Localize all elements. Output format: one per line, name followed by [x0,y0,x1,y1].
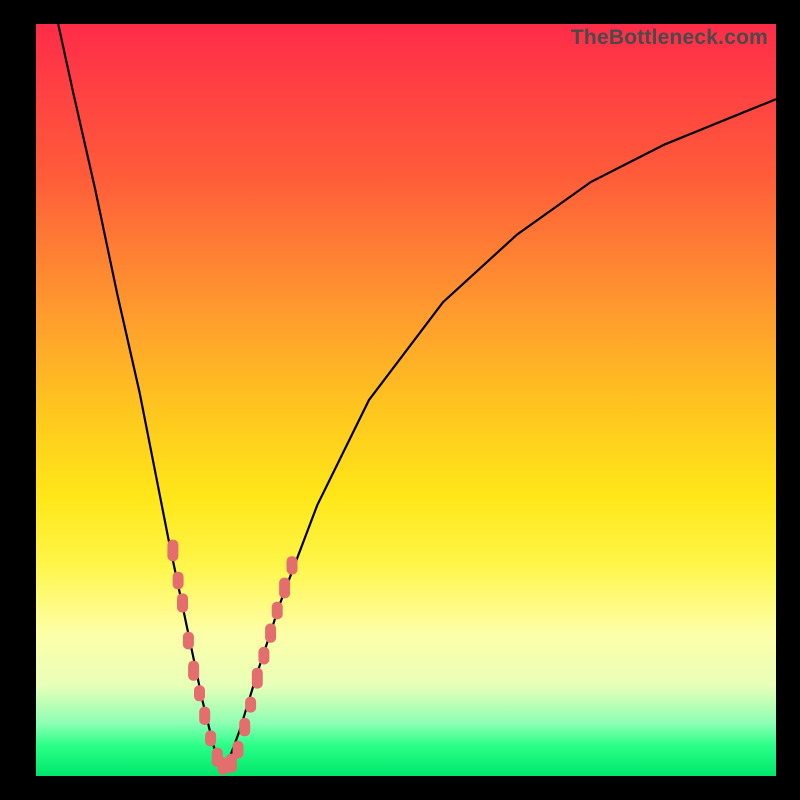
curve-marker [258,647,269,665]
curve-marker [205,730,216,746]
chart-svg [36,24,776,776]
outer-frame: TheBottleneck.com [0,0,800,800]
curve-marker [233,741,244,759]
curve-marker [183,632,194,650]
curve-marker [239,718,250,736]
curve-marker [177,593,188,612]
curve-marker [287,556,298,574]
curve-marker [188,661,199,681]
marker-group [167,540,297,775]
curve-marker [167,540,178,562]
curve-marker [265,624,276,643]
curve-marker [199,707,210,725]
curve-marker [245,697,256,713]
plot-area: TheBottleneck.com [36,24,776,776]
curve-marker [194,685,205,701]
curve-marker [173,572,184,590]
curve-marker [279,578,290,599]
curve-marker [252,668,263,689]
bottleneck-curve [58,24,776,769]
curve-marker [272,602,283,620]
